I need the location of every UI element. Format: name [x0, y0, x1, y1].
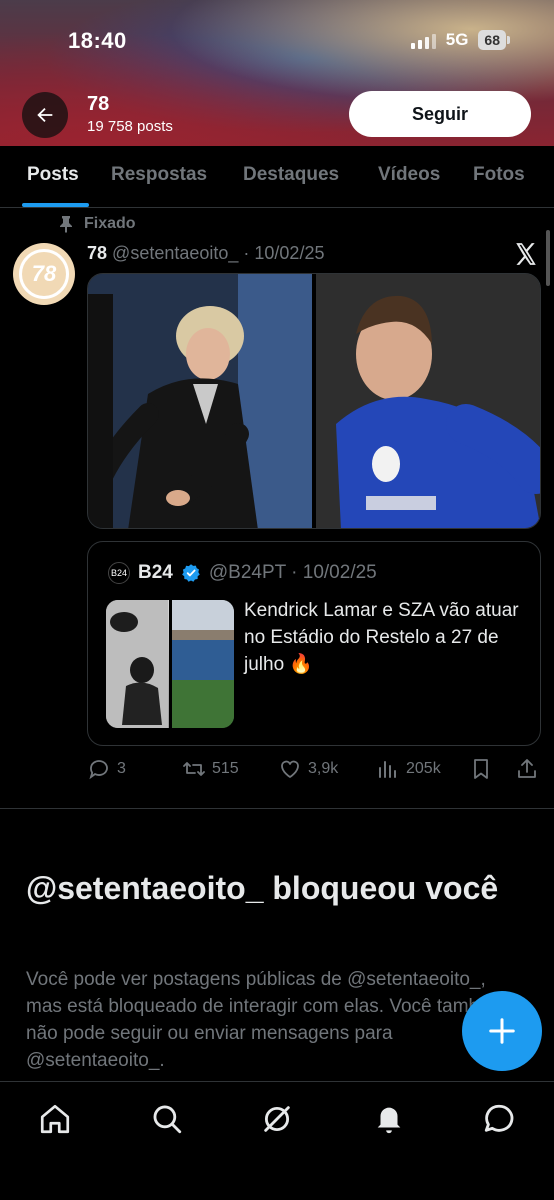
active-tab-indicator [22, 203, 89, 207]
pinned-indicator: Fixado [58, 215, 136, 233]
quoted-photo-artist [106, 600, 169, 728]
profile-name: 78 [87, 93, 110, 115]
verified-icon [182, 564, 200, 582]
quoted-tweet-header: B24 B24 @B24PT · 10/02/25 [108, 562, 377, 584]
repost-icon [183, 762, 205, 776]
back-arrow-icon [37, 107, 53, 123]
views-button[interactable]: 205k [376, 757, 441, 781]
divider [0, 808, 554, 809]
bookmark-button[interactable] [469, 757, 493, 781]
search-icon[interactable] [150, 1102, 184, 1136]
views-icon [379, 761, 396, 778]
blocked-title: @setentaeoito_ bloqueou você [26, 870, 499, 906]
like-icon [281, 760, 299, 778]
avatar[interactable]: 78 [13, 243, 75, 305]
tweet-author[interactable]: 78 [87, 243, 107, 263]
like-count: 3,9k [308, 760, 339, 777]
player-photo-illustration [316, 274, 540, 528]
quoted-tweet-text: Kendrick Lamar e SZA vão atuar no Estádi… [244, 600, 519, 675]
battery-level: 68 [478, 30, 506, 50]
tweet-actions: 3 515 3,9k 205k [87, 757, 543, 785]
profile-tabs: Posts Respostas Destaques Vídeos Fotos [0, 146, 554, 208]
network-type: 5G [445, 30, 469, 49]
share-button[interactable] [515, 757, 539, 781]
quoted-photo-stadium [171, 600, 234, 728]
reply-icon [89, 760, 108, 780]
back-button[interactable] [22, 92, 68, 138]
share-icon [518, 759, 536, 778]
quoted-avatar: B24 [108, 562, 130, 584]
tweet-media[interactable] [87, 273, 541, 529]
quoted-handle-date: @B24PT · 10/02/25 [208, 562, 377, 583]
view-count: 205k [406, 760, 441, 777]
quoted-author: B24 [138, 562, 173, 583]
notifications-icon[interactable] [372, 1102, 406, 1136]
tab-posts[interactable]: Posts [27, 164, 79, 186]
battery-icon: 68 [478, 30, 510, 50]
tweet-photo-coach[interactable] [88, 274, 312, 528]
status-indicators: 5G 68 [410, 30, 510, 50]
tweet-handle-date: @setentaeoito_ · 10/02/25 [112, 243, 325, 263]
profile-post-count: 19 758 posts [87, 118, 173, 135]
tab-photos[interactable]: Fotos [473, 164, 525, 186]
scrollbar[interactable] [546, 230, 550, 286]
tab-replies[interactable]: Respostas [111, 164, 207, 186]
repost-button[interactable]: 515 [182, 757, 239, 781]
repost-count: 515 [212, 760, 239, 777]
avatar-logo: 78 [19, 249, 69, 299]
pin-icon [60, 216, 72, 233]
compose-button[interactable] [462, 991, 542, 1071]
tweet-header: 78 @setentaeoito_ · 10/02/25 [87, 243, 324, 264]
tab-highlights[interactable]: Destaques [243, 164, 339, 186]
tab-videos[interactable]: Vídeos [378, 164, 440, 186]
follow-button[interactable]: Seguir [349, 91, 531, 137]
home-icon[interactable] [38, 1102, 72, 1136]
quoted-media[interactable] [106, 600, 234, 728]
signal-icon [410, 31, 436, 49]
like-button[interactable]: 3,9k [278, 757, 338, 781]
quoted-tweet[interactable]: B24 B24 @B24PT · 10/02/25 Kendrick Lamar… [87, 541, 541, 746]
x-logo-icon [516, 243, 536, 265]
tweet-photo-player[interactable] [316, 274, 540, 528]
status-time: 18:40 [68, 28, 127, 53]
blocked-description: Você pode ver postagens públicas de @set… [26, 969, 506, 1071]
pinned-label: Fixado [84, 215, 136, 232]
compose-icon [489, 1018, 515, 1044]
messages-icon[interactable] [482, 1102, 516, 1136]
bottom-navigation [0, 1081, 554, 1200]
profile-banner: 18:40 5G 68 78 19 758 posts Seguir [0, 0, 554, 146]
bookmark-icon [474, 759, 488, 779]
grok-icon[interactable] [260, 1102, 294, 1136]
reply-count: 3 [117, 760, 126, 777]
coach-photo-illustration [88, 274, 312, 528]
reply-button[interactable]: 3 [87, 757, 126, 781]
